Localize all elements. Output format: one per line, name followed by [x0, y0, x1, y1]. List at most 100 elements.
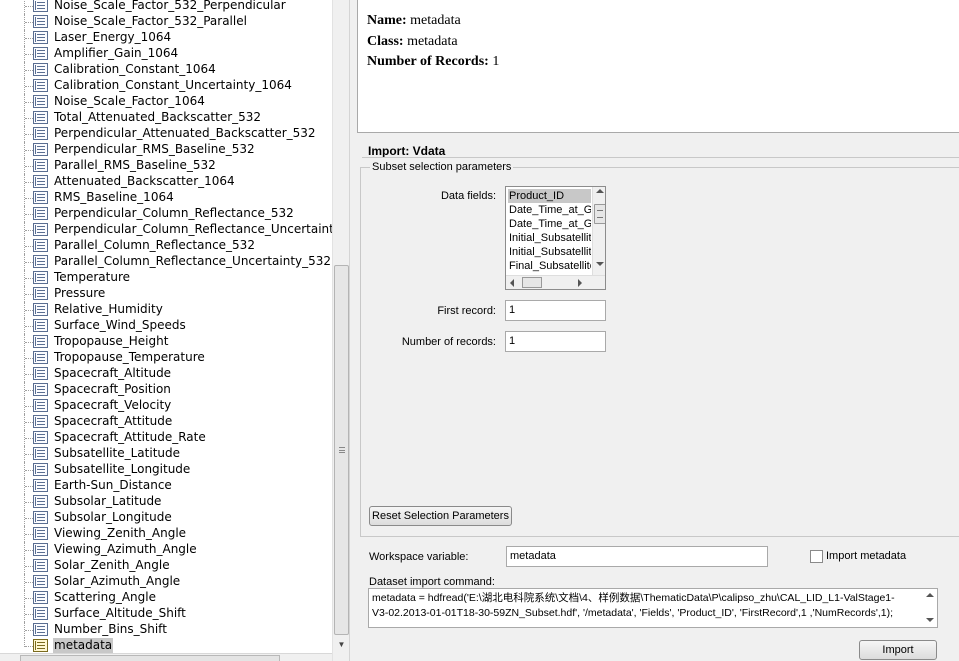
tree-item-label: Noise_Scale_Factor_532_Perpendicular: [54, 0, 286, 12]
dataset-table-icon: [33, 623, 48, 636]
tree-item[interactable]: Parallel_Column_Reflectance_532: [0, 238, 332, 254]
tree-guide-line: [25, 38, 33, 39]
panel-splitter[interactable]: [349, 0, 357, 661]
tree-item[interactable]: Spacecraft_Attitude: [0, 414, 332, 430]
fields-scroll-thumb[interactable]: [594, 204, 605, 224]
import-metadata-label: Import metadata: [826, 550, 907, 562]
tree-item[interactable]: Spacecraft_Velocity: [0, 398, 332, 414]
tree-guide-line: [25, 470, 33, 471]
tree-item[interactable]: Surface_Altitude_Shift: [0, 606, 332, 622]
data-field-option[interactable]: Initial_Subsatellite: [508, 245, 591, 259]
command-scroll-down-icon[interactable]: [926, 618, 934, 622]
tree-item[interactable]: Subsatellite_Longitude: [0, 462, 332, 478]
tree-vertical-scrollbar[interactable]: ▼: [332, 0, 349, 661]
tree-guide-line: [25, 342, 33, 343]
tree-item[interactable]: Scattering_Angle: [0, 590, 332, 606]
tree-guide-line: [25, 310, 33, 311]
dataset-table-icon: [33, 63, 48, 76]
info-class-value: metadata: [407, 34, 458, 49]
fields-scroll-up-icon[interactable]: [596, 189, 604, 193]
number-of-records-input[interactable]: 1: [505, 331, 606, 352]
tree-item-label: Subsolar_Latitude: [54, 494, 162, 508]
tree-item[interactable]: Pressure: [0, 286, 332, 302]
tree-item-label: Attenuated_Backscatter_1064: [54, 174, 235, 188]
fields-hscroll-thumb[interactable]: [522, 277, 542, 288]
tree-item-label: Spacecraft_Position: [54, 382, 171, 396]
tree-item-label: Calibration_Constant_1064: [54, 62, 216, 76]
command-scroll-up-icon[interactable]: [926, 593, 934, 597]
hdf-tree-panel[interactable]: Noise_Scale_Factor_532_Perpendicular Nois…: [0, 0, 349, 661]
tree-item[interactable]: Spacecraft_Attitude_Rate: [0, 430, 332, 446]
dataset-table-icon: [33, 47, 48, 60]
tree-scroll-thumb[interactable]: [334, 265, 349, 635]
tree-item[interactable]: Parallel_Column_Reflectance_Uncertainty_…: [0, 254, 332, 270]
tree-item[interactable]: Solar_Zenith_Angle: [0, 558, 332, 574]
tree-item[interactable]: Calibration_Constant_Uncertainty_1064: [0, 78, 332, 94]
tree-item[interactable]: Subsolar_Latitude: [0, 494, 332, 510]
tree-item[interactable]: Earth-Sun_Distance: [0, 478, 332, 494]
fields-vertical-scrollbar[interactable]: [592, 187, 605, 275]
data-field-option[interactable]: Date_Time_at_G: [508, 203, 591, 217]
tree-item[interactable]: Spacecraft_Altitude: [0, 366, 332, 382]
tree-item[interactable]: Perpendicular_Attenuated_Backscatter_532: [0, 126, 332, 142]
command-scrollbar[interactable]: [923, 589, 937, 627]
fields-scroll-right-icon[interactable]: [578, 279, 582, 287]
tree-item-label: Parallel_Column_Reflectance_Uncertainty_…: [54, 254, 332, 268]
data-field-option[interactable]: Product_ID: [508, 189, 591, 203]
tree-item[interactable]: Perpendicular_Column_Reflectance_532: [0, 206, 332, 222]
tree-item[interactable]: Tropopause_Temperature: [0, 350, 332, 366]
data-fields-label: Data fields:: [440, 190, 496, 202]
tree-item-label: Spacecraft_Velocity: [54, 398, 172, 412]
fields-scroll-down-icon[interactable]: [596, 262, 604, 266]
tree-item[interactable]: Noise_Scale_Factor_532_Perpendicular: [0, 0, 332, 14]
import-button[interactable]: Import: [859, 640, 937, 660]
tree-guide-line: [25, 486, 33, 487]
tree-hscroll-thumb[interactable]: [20, 655, 280, 661]
tree-horizontal-scrollbar[interactable]: [0, 653, 332, 661]
tree-item[interactable]: Noise_Scale_Factor_532_Parallel: [0, 14, 332, 30]
data-field-option[interactable]: Date_Time_at_G: [508, 217, 591, 231]
tree-item[interactable]: Viewing_Zenith_Angle: [0, 526, 332, 542]
tree-item[interactable]: RMS_Baseline_1064: [0, 190, 332, 206]
tree-item[interactable]: Parallel_RMS_Baseline_532: [0, 158, 332, 174]
tree-item[interactable]: Attenuated_Backscatter_1064: [0, 174, 332, 190]
reset-selection-button[interactable]: Reset Selection Parameters: [369, 506, 512, 526]
tree-guide-line: [25, 502, 33, 503]
tree-item[interactable]: Solar_Azimuth_Angle: [0, 574, 332, 590]
tree-item[interactable]: Laser_Energy_1064: [0, 30, 332, 46]
tree-item[interactable]: Tropopause_Height: [0, 334, 332, 350]
fields-horizontal-scrollbar[interactable]: [506, 275, 605, 289]
dataset-table-icon: [33, 223, 48, 236]
tree-item[interactable]: Viewing_Azimuth_Angle: [0, 542, 332, 558]
tree-item[interactable]: Spacecraft_Position: [0, 382, 332, 398]
tree-guide-line: [25, 86, 33, 87]
tree-item[interactable]: Total_Attenuated_Backscatter_532: [0, 110, 332, 126]
dataset-table-icon: [33, 335, 48, 348]
tree-item[interactable]: Calibration_Constant_1064: [0, 62, 332, 78]
data-field-option[interactable]: Initial_Subsatellite: [508, 231, 591, 245]
tree-item[interactable]: Number_Bins_Shift: [0, 622, 332, 638]
import-command-textarea[interactable]: metadata = hdfread('E:\湖北电科院系统\文档\4、样例数据…: [368, 588, 938, 628]
tree-item[interactable]: Perpendicular_Column_Reflectance_Uncerta…: [0, 222, 349, 238]
fields-scroll-left-icon[interactable]: [510, 279, 514, 287]
tree-item[interactable]: Amplifier_Gain_1064: [0, 46, 332, 62]
tree-item[interactable]: Noise_Scale_Factor_1064: [0, 94, 332, 110]
info-records-label: Number of Records:: [367, 54, 489, 69]
tree-item-label: Total_Attenuated_Backscatter_532: [54, 110, 262, 124]
workspace-variable-input[interactable]: metadata: [506, 546, 768, 567]
tree-item[interactable]: Subsatellite_Latitude: [0, 446, 332, 462]
data-fields-listbox[interactable]: Product_ID Date_Time_at_G Date_Time_at_G In…: [505, 186, 606, 290]
tree-guide-line: [25, 422, 33, 423]
tree-item[interactable]: Temperature: [0, 270, 332, 286]
first-record-input[interactable]: 1: [505, 300, 606, 321]
tree-item-label: Pressure: [54, 286, 106, 300]
tree-item[interactable]: Subsolar_Longitude: [0, 510, 332, 526]
tree-item[interactable]: Surface_Wind_Speeds: [0, 318, 332, 334]
data-field-option[interactable]: Final_Subsatellite: [508, 259, 591, 273]
scroll-down-arrow-icon[interactable]: ▼: [333, 636, 349, 653]
info-name-value: metadata: [410, 13, 461, 28]
tree-item[interactable]: Relative_Humidity: [0, 302, 332, 318]
tree-item[interactable]: metadata: [0, 638, 332, 654]
tree-item[interactable]: Perpendicular_RMS_Baseline_532: [0, 142, 332, 158]
import-metadata-checkbox[interactable]: [810, 550, 823, 563]
